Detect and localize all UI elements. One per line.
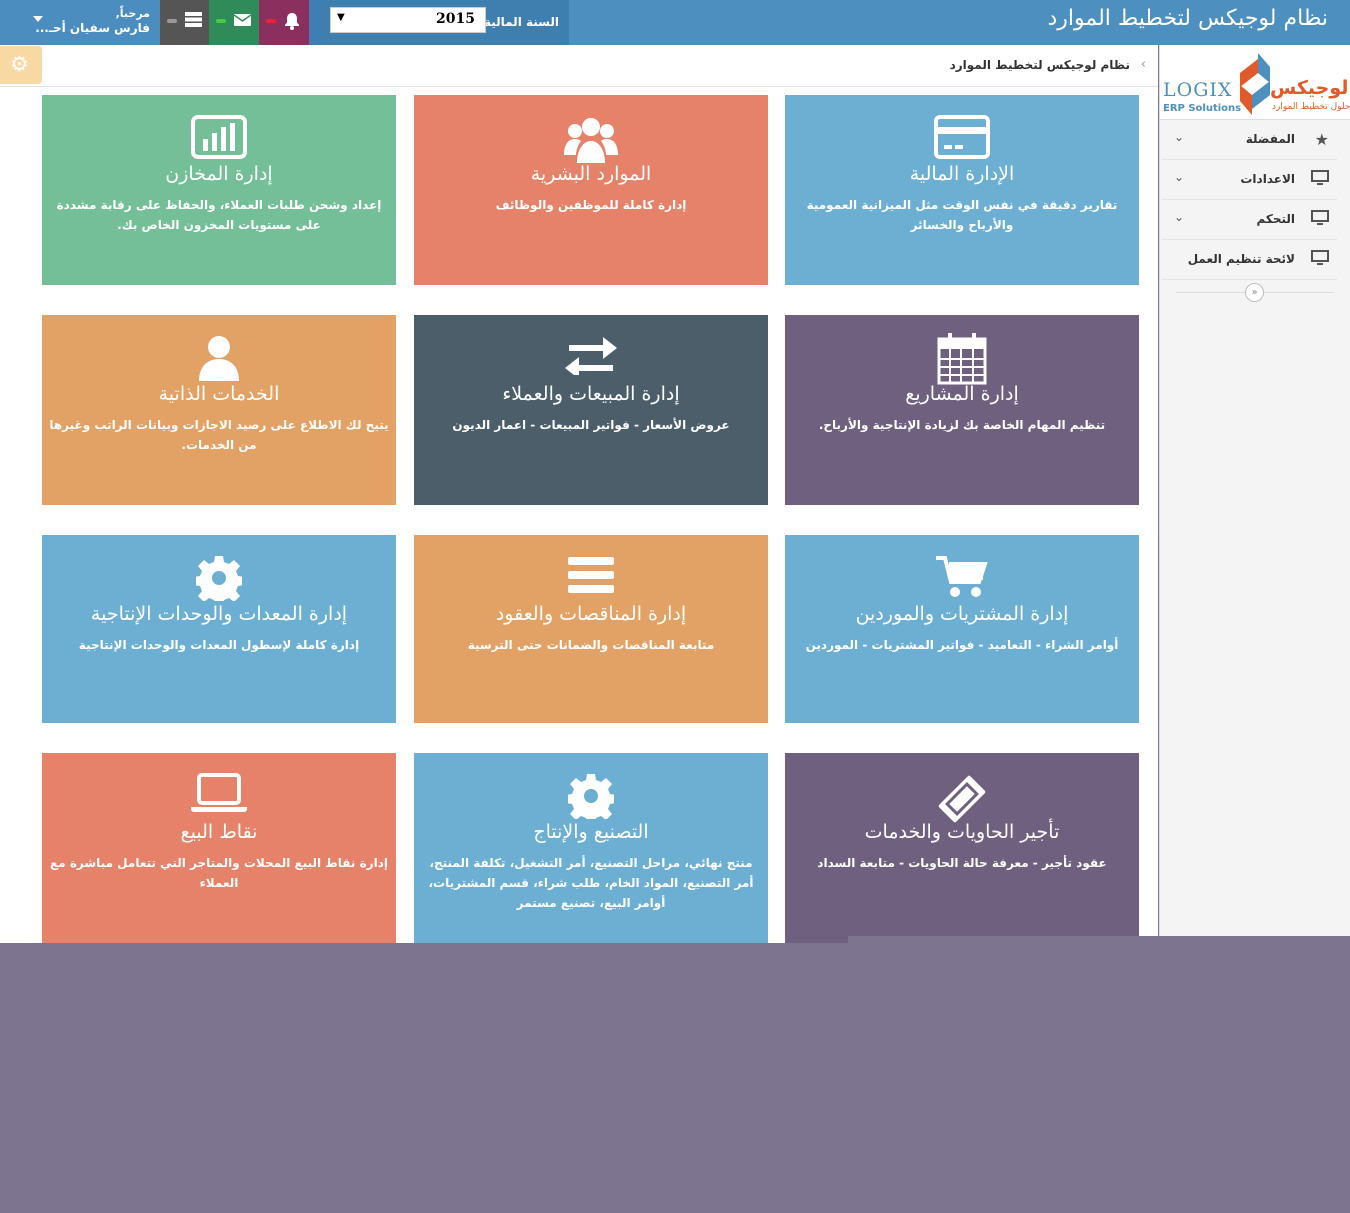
caret-down-icon — [33, 16, 43, 22]
tile-projects[interactable]: إدارة المشاريع تنظيم المهام الخاصة بك لز… — [785, 315, 1139, 505]
chevron-down-icon: ⌄ — [1174, 210, 1185, 224]
tile-description: أوامر الشراء - التعاميد - فواتير المشتري… — [805, 638, 1119, 652]
logo-arabic-sub: حلول تخطيط الموارد — [1272, 102, 1350, 112]
tile-title: إدارة المبيعات والعملاء — [502, 383, 680, 405]
collapse-sidebar-button[interactable]: » — [1245, 283, 1264, 302]
monitor-icon — [1311, 250, 1329, 270]
tile-title: التصنيع والإنتاج — [533, 821, 649, 843]
welcome-text: مرحباً, — [115, 7, 150, 20]
tile-purchasing[interactable]: إدارة المشتريات والموردين أوامر الشراء -… — [785, 535, 1139, 723]
tile-title: إدارة المشتريات والموردين — [855, 603, 1069, 625]
message-count-badge — [216, 19, 226, 23]
tile-description: عقود تأجير - معرفة حالة الحاويات - متابع… — [817, 856, 1107, 870]
tile-equipment[interactable]: إدارة المعدات والوحدات الإنتاجية إدارة ك… — [42, 535, 396, 723]
tile-title: إدارة المناقصات والعقود — [495, 603, 687, 625]
tile-description: إعداد وشحن طلبات العملاء، والحفاظ على رق… — [56, 198, 382, 232]
notification-count-badge — [266, 19, 276, 23]
logo: LOGIX ERP Solutions لوجيكس حلول تخطيط ال… — [1160, 45, 1350, 120]
top-bar: نظام لوجيكس لتخطيط الموارد السنة المالية… — [0, 0, 1350, 45]
user-menu[interactable]: مرحباً, فارس سفيان أحـ... — [0, 0, 160, 45]
monitor-icon — [1311, 210, 1329, 230]
settings-toggle[interactable]: ⚙ — [0, 46, 42, 84]
sidebar-item-control[interactable]: التحكم ⌄ — [1162, 200, 1337, 240]
sidebar-item-label: لائحة تنظيم العمل — [1187, 252, 1295, 266]
breadcrumb[interactable]: نظام لوجيكس لتخطيط الموارد — [950, 58, 1130, 72]
sidebar-item-settings[interactable]: الاعدادات ⌄ — [1162, 160, 1337, 200]
tile-description: متابعة المناقصات والضمانات حتى الترسية — [467, 638, 715, 652]
tile-title: نقاط البيع — [180, 821, 258, 843]
tile-manufacturing[interactable]: التصنيع والإنتاج منتج نهائي، مراحل التصن… — [414, 753, 768, 943]
messages-button[interactable] — [209, 0, 259, 45]
tile-warehouse[interactable]: إدارة المخازن إعداد وشحن طلبات العملاء، … — [42, 95, 396, 285]
tile-description: يتيح لك الاطلاع على رصيد الاجازات وبيانا… — [49, 418, 389, 452]
logo-mark-icon — [1240, 53, 1270, 115]
tile-title: إدارة المعدات والوحدات الإنتاجية — [90, 603, 348, 625]
app-title: نظام لوجيكس لتخطيط الموارد — [1047, 6, 1328, 31]
chevron-down-icon: ⌄ — [1174, 130, 1185, 144]
tile-title: الخدمات الذاتية — [158, 383, 280, 405]
tile-description: تنظيم المهام الخاصة بك لزيادة الإنتاجية … — [818, 418, 1106, 432]
tile-human-resources[interactable]: الموارد البشرية إدارة كاملة للموظفين وال… — [414, 95, 768, 285]
envelope-icon — [233, 12, 252, 31]
task-count-badge — [167, 19, 177, 23]
sidebar-item-label: المفضلة — [1245, 132, 1295, 146]
user-name: فارس سفيان أحـ... — [35, 21, 150, 35]
star-icon: ★ — [1314, 130, 1329, 149]
tile-title: إدارة المخازن — [165, 163, 273, 185]
tile-tenders[interactable]: إدارة المناقصات والعقود متابعة المناقصات… — [414, 535, 768, 723]
tile-point-of-sale[interactable]: نقاط البيع إدارة نقاط البيع المحلات والم… — [42, 753, 396, 943]
tile-sales[interactable]: إدارة المبيعات والعملاء عروض الأسعار - ف… — [414, 315, 768, 505]
logo-arabic: لوجيكس — [1270, 77, 1349, 99]
sidebar-item-label: التحكم — [1256, 212, 1295, 226]
fiscal-year-value: 2015 — [436, 11, 475, 27]
tile-description: إدارة كاملة للموظفين والوظائف — [495, 198, 687, 212]
backdrop-edge — [848, 936, 1350, 943]
sidebar-item-favorites[interactable]: ★ المفضلة ⌄ — [1162, 120, 1337, 160]
tile-container-rental[interactable]: تأجير الحاويات والخدمات عقود تأجير - معر… — [785, 753, 1139, 943]
tile-title: إدارة المشاريع — [905, 383, 1019, 405]
tile-title: الإدارة المالية — [909, 163, 1015, 185]
tile-description: إدارة كاملة لإسطول المعدات والوحدات الإن… — [78, 638, 360, 652]
sidebar-item-label: الاعدادات — [1240, 172, 1295, 186]
calendar-icon — [785, 333, 1139, 389]
chevron-left-icon: ‹ — [1140, 57, 1146, 72]
breadcrumb-bar: ‹ نظام لوجيكس لتخطيط الموارد — [0, 45, 1158, 87]
sidebar-item-work-regulations[interactable]: لائحة تنظيم العمل — [1162, 240, 1337, 280]
chevron-down-icon: ⌄ — [1174, 170, 1185, 184]
monitor-icon — [1311, 170, 1329, 190]
notifications-button[interactable] — [259, 0, 309, 45]
bell-icon — [284, 12, 300, 34]
tile-self-services[interactable]: الخدمات الذاتية يتيح لك الاطلاع على رصيد… — [42, 315, 396, 505]
tile-description: تقارير دقيقة في نفس الوقت مثل الميزانية … — [806, 198, 1118, 232]
tasks-icon — [185, 12, 202, 31]
gear-icon: ⚙ — [10, 52, 29, 76]
tasks-button[interactable] — [160, 0, 209, 45]
fiscal-year-box: السنة المالية 2015 ▼ — [309, 0, 569, 45]
tile-title: تأجير الحاويات والخدمات — [864, 821, 1060, 843]
tile-title: الموارد البشرية — [530, 163, 652, 185]
logo-latin-sub: ERP Solutions — [1163, 103, 1242, 114]
tile-description: منتج نهائي، مراحل التصنيع، أمر التشغيل، … — [428, 856, 754, 910]
select-arrow-icon: ▼ — [337, 12, 345, 23]
tile-description: إدارة نقاط البيع المحلات والمتاجر التي ت… — [50, 856, 388, 890]
logo-latin: LOGIX — [1163, 79, 1233, 101]
tile-financial[interactable]: الإدارة المالية تقارير دقيقة في نفس الوق… — [785, 95, 1139, 285]
fiscal-year-select[interactable]: 2015 ▼ — [330, 7, 486, 33]
fiscal-year-label: السنة المالية — [483, 15, 559, 29]
sidebar: LOGIX ERP Solutions لوجيكس حلول تخطيط ال… — [1159, 45, 1350, 936]
tile-description: عروض الأسعار - فواتير المبيعات - اعمار ا… — [452, 418, 730, 432]
